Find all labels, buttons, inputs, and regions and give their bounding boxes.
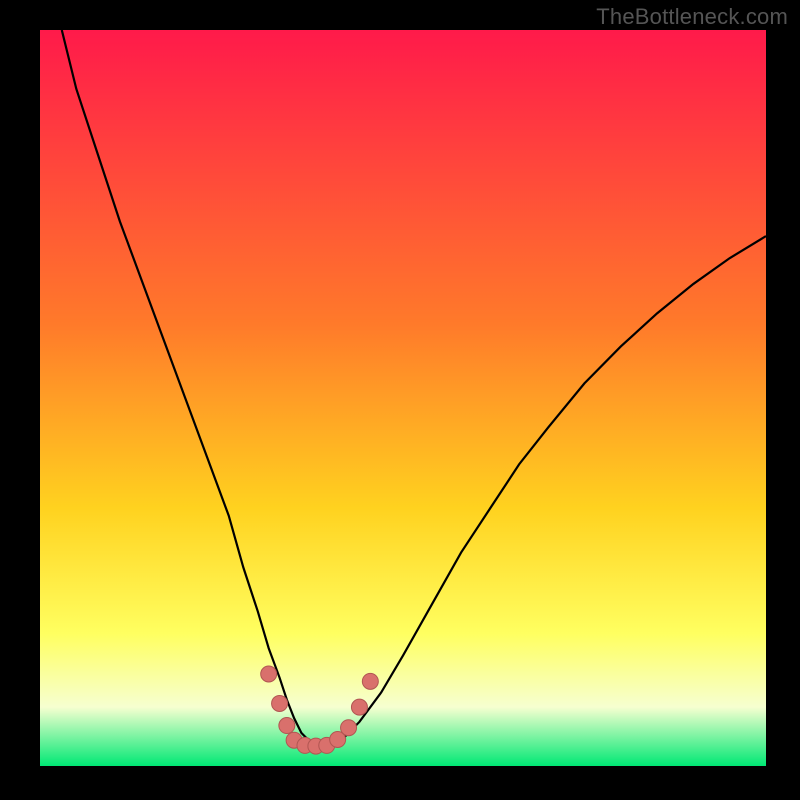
watermark-text: TheBottleneck.com (596, 4, 788, 30)
outer-frame: TheBottleneck.com (0, 0, 800, 800)
curve-marker (341, 720, 357, 736)
curve-marker (362, 673, 378, 689)
curve-marker (279, 718, 295, 734)
bottleneck-chart (40, 30, 766, 766)
curve-marker (351, 699, 367, 715)
curve-marker (272, 695, 288, 711)
curve-marker (261, 666, 277, 682)
